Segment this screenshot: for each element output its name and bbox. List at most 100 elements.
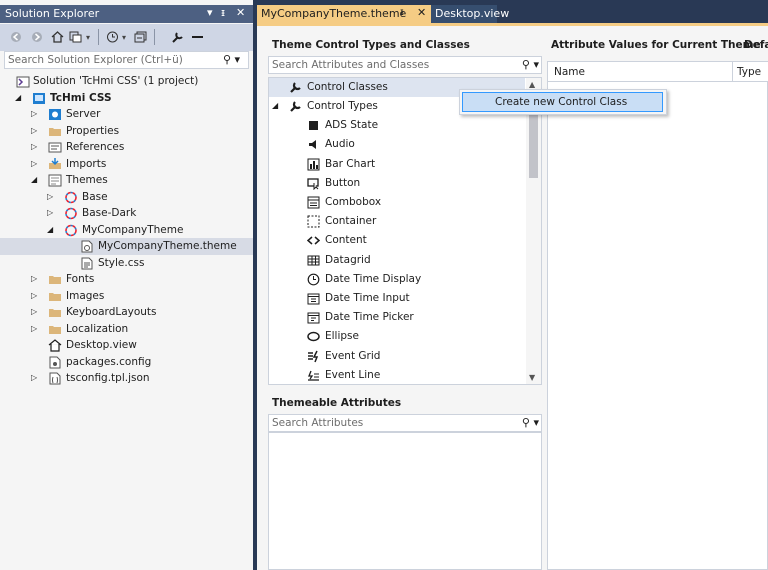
dropdown-arrow-icon[interactable]: ▾ [207, 6, 213, 19]
tree-item[interactable]: ▷ Base [0, 189, 253, 206]
search-icon[interactable]: ⚲ ▾ [522, 416, 539, 429]
tree-item[interactable]: ▷ Base-Dark [0, 205, 253, 222]
tree-item-label: Solution 'TcHmi CSS' (1 project) [33, 75, 199, 87]
collapsed-arrow-icon[interactable]: ▷ [31, 159, 39, 169]
event-grid-icon [307, 350, 320, 363]
tree-item[interactable]: MyCompanyTheme.theme [0, 238, 253, 255]
values-heading-default: Defa [744, 39, 768, 51]
tree-item[interactable]: packages.config [0, 354, 253, 371]
folder-icon [48, 290, 62, 303]
collapsed-arrow-icon[interactable]: ▷ [47, 208, 55, 218]
control-type-item[interactable]: Date Time Input [269, 289, 525, 308]
themeable-attributes-list [268, 432, 542, 570]
menu-item-create-control-class[interactable]: Create new Control Class [462, 92, 663, 112]
control-type-item[interactable]: Content [269, 231, 525, 250]
control-type-label: Audio [325, 138, 355, 151]
collapsed-arrow-icon[interactable]: ▷ [31, 324, 39, 334]
tree-item-label: Images [66, 290, 105, 302]
values-heading: Attribute Values for Current Theme [551, 39, 761, 51]
search-icon[interactable]: ⚲ ▾ [522, 58, 539, 71]
control-type-item[interactable]: Button [269, 174, 525, 193]
tree-item-label: Base [82, 191, 108, 203]
tab-desktop-view[interactable]: Desktop.view [431, 5, 509, 23]
pin-icon[interactable]: ᵻ [221, 6, 225, 19]
control-type-label: Datagrid [325, 253, 371, 266]
expanded-arrow-icon[interactable]: ◢ [47, 225, 55, 235]
tree-item-label: Properties [66, 125, 120, 137]
tree-item[interactable]: ▷ Images [0, 288, 253, 305]
scroll-up-icon[interactable]: ▲ [529, 80, 535, 89]
collapsed-arrow-icon[interactable]: ▷ [31, 126, 39, 136]
theme-icon [64, 191, 78, 204]
control-types-list: Control Classes ◢ Control Types ADS State Au… [268, 77, 542, 385]
tree-item[interactable]: ▷ KeyboardLayouts [0, 304, 253, 321]
control-type-item[interactable]: Combobox [269, 193, 525, 212]
sync-view-icon[interactable] [68, 29, 82, 45]
expanded-arrow-icon[interactable]: ◢ [272, 101, 278, 110]
control-type-item[interactable]: Bar Chart [269, 155, 525, 174]
tree-item[interactable]: ◢ MyCompanyTheme [0, 222, 253, 239]
forward-icon[interactable] [30, 29, 43, 45]
tab-mycompanytheme-theme[interactable]: MyCompanyTheme.theme ᵻ ✕ [257, 5, 431, 23]
control-type-item[interactable]: Event Grid [269, 347, 525, 366]
solution-explorer-search[interactable]: Search Solution Explorer (Ctrl+ü) ⚲ ▾ [4, 51, 249, 69]
close-tab-icon[interactable]: ✕ [417, 6, 426, 19]
control-type-item[interactable]: Datagrid [269, 251, 525, 270]
tree-item[interactable]: ▷ Imports [0, 156, 253, 173]
tree-item[interactable]: ◢ TcHmi CSS [0, 90, 253, 107]
column-header-type[interactable]: Type [737, 66, 761, 78]
control-type-item[interactable]: Date Time Display [269, 270, 525, 289]
pending-changes-icon[interactable] [105, 29, 119, 45]
collapsed-arrow-icon[interactable]: ▷ [31, 109, 39, 119]
search-placeholder: Search Solution Explorer (Ctrl+ü) [8, 54, 183, 66]
tree-item[interactable]: ▷ tsconfig.tpl.json [0, 370, 253, 387]
control-type-item[interactable]: Container [269, 212, 525, 231]
collapsed-arrow-icon[interactable]: ▷ [31, 307, 39, 317]
search-icon[interactable]: ⚲ ▾ [223, 53, 245, 67]
control-type-item[interactable]: ADS State [269, 116, 525, 135]
event-line-icon [307, 369, 320, 382]
tree-item-label: Style.css [98, 257, 145, 269]
control-type-item[interactable]: Date Time Picker [269, 308, 525, 327]
tree-item-label: Desktop.view [66, 339, 137, 351]
control-type-item[interactable]: Audio [269, 135, 525, 154]
tree-item[interactable]: ▷ Server [0, 106, 253, 123]
folder-icon [48, 273, 62, 286]
pin-tab-icon[interactable]: ᵻ [400, 7, 404, 18]
control-type-item[interactable]: Ellipse [269, 327, 525, 346]
collapsed-arrow-icon[interactable]: ▷ [31, 373, 39, 383]
expanded-arrow-icon[interactable]: ◢ [15, 93, 23, 103]
collapsed-arrow-icon[interactable]: ▷ [31, 142, 39, 152]
control-type-item[interactable]: Event Line [269, 366, 525, 384]
tree-item[interactable]: ▷ Properties [0, 123, 253, 140]
collapse-all-icon[interactable] [133, 29, 147, 45]
preview-selected-icon[interactable] [190, 29, 204, 45]
pending-changes-dropdown-icon[interactable]: ▾ [120, 29, 128, 45]
column-header-name[interactable]: Name [554, 66, 585, 78]
tree-item[interactable]: ▷ Fonts [0, 271, 253, 288]
types-search-input[interactable]: Search Attributes and Classes ⚲ ▾ [268, 56, 542, 74]
theme-file-icon [80, 240, 94, 253]
attrs-search-input[interactable]: Search Attributes ⚲ ▾ [268, 414, 542, 432]
sync-view-dropdown-icon[interactable]: ▾ [84, 29, 92, 45]
collapsed-arrow-icon[interactable]: ▷ [31, 291, 39, 301]
document-tab-bar: MyCompanyTheme.theme ᵻ ✕ Desktop.view [257, 5, 768, 23]
tree-item[interactable]: ◢ Themes [0, 172, 253, 189]
properties-wrench-icon[interactable] [170, 29, 184, 45]
tree-item[interactable]: ▷ Localization [0, 321, 253, 338]
tree-item[interactable]: Solution 'TcHmi CSS' (1 project) [0, 73, 253, 90]
collapsed-arrow-icon[interactable]: ▷ [47, 192, 55, 202]
solution-explorer-toolbar: ▾ ▾ [0, 24, 253, 51]
close-icon[interactable]: ✕ [236, 6, 245, 19]
tree-item[interactable]: ▷ References [0, 139, 253, 156]
button-icon [307, 177, 320, 190]
scroll-down-icon[interactable]: ▼ [529, 373, 535, 382]
tree-item[interactable]: Desktop.view [0, 337, 253, 354]
date-input-icon [307, 292, 320, 305]
home-icon[interactable] [50, 29, 64, 45]
expanded-arrow-icon[interactable]: ◢ [31, 175, 39, 185]
grid-header: Name Type [548, 62, 768, 82]
back-icon[interactable] [9, 29, 22, 45]
tree-item[interactable]: Style.css [0, 255, 253, 272]
collapsed-arrow-icon[interactable]: ▷ [31, 274, 39, 284]
